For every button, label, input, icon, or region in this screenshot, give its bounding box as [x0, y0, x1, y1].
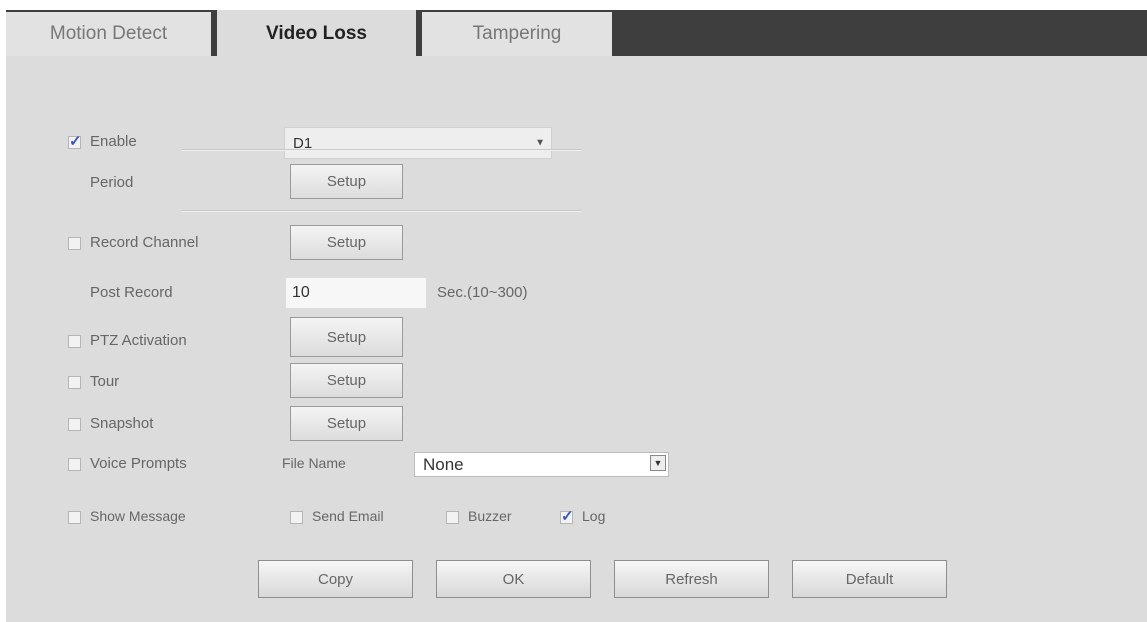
chevron-down-icon: ▼	[535, 137, 545, 149]
log-checkbox[interactable]: ✓	[560, 508, 574, 525]
record-channel-checkbox[interactable]	[68, 237, 81, 250]
ok-button[interactable]: OK	[436, 560, 591, 598]
tour-setup-button[interactable]: Setup	[290, 363, 403, 398]
period-setup-button[interactable]: Setup	[290, 164, 403, 199]
file-name-select[interactable]: None ▼	[414, 452, 669, 477]
voice-prompts-label: Voice Prompts	[90, 455, 187, 472]
ptz-activation-label: PTZ Activation	[90, 332, 187, 349]
show-message-checkbox[interactable]	[68, 511, 81, 524]
post-record-label: Post Record	[90, 284, 173, 301]
checkmark-icon: ✓	[69, 133, 82, 150]
channel-select[interactable]: D1 ▼	[284, 127, 552, 159]
enable-label: Enable	[90, 133, 137, 150]
tab-tampering[interactable]: Tampering	[422, 12, 612, 56]
file-name-value: None	[423, 454, 464, 474]
file-name-label: File Name	[282, 455, 346, 471]
snapshot-checkbox[interactable]	[68, 418, 81, 431]
tab-bar: Motion Detect Video Loss Tampering	[6, 10, 1147, 58]
tab-video-loss[interactable]: Video Loss	[217, 10, 416, 58]
log-label: Log	[582, 508, 606, 524]
buzzer-label: Buzzer	[468, 508, 512, 524]
record-channel-label: Record Channel	[90, 234, 199, 251]
ptz-activation-checkbox[interactable]	[68, 335, 81, 348]
tour-checkbox[interactable]	[68, 376, 81, 389]
record-channel-setup-button[interactable]: Setup	[290, 225, 403, 260]
snapshot-label: Snapshot	[90, 415, 154, 432]
separator	[182, 210, 582, 212]
copy-button[interactable]: Copy	[258, 560, 413, 598]
post-record-input[interactable]: 10	[286, 278, 426, 308]
send-email-checkbox[interactable]	[290, 511, 303, 524]
send-email-label: Send Email	[312, 508, 384, 524]
show-message-label: Show Message	[90, 508, 186, 524]
post-record-unit: Sec.(10~300)	[437, 284, 528, 301]
default-button[interactable]: Default	[792, 560, 947, 598]
refresh-button[interactable]: Refresh	[614, 560, 769, 598]
snapshot-setup-button[interactable]: Setup	[290, 406, 403, 441]
enable-checkbox[interactable]: ✓	[68, 133, 82, 150]
tour-label: Tour	[90, 373, 120, 390]
ptz-activation-setup-button[interactable]: Setup	[290, 317, 403, 357]
separator	[182, 149, 582, 151]
checkmark-icon: ✓	[561, 508, 574, 525]
chevron-down-icon[interactable]: ▼	[650, 455, 666, 471]
video-loss-panel: Motion Detect Video Loss Tampering ✓ Ena…	[6, 10, 1147, 622]
buzzer-checkbox[interactable]	[446, 511, 459, 524]
period-label: Period	[90, 174, 134, 191]
tab-motion-detect[interactable]: Motion Detect	[6, 12, 211, 56]
voice-prompts-checkbox[interactable]	[68, 458, 81, 471]
